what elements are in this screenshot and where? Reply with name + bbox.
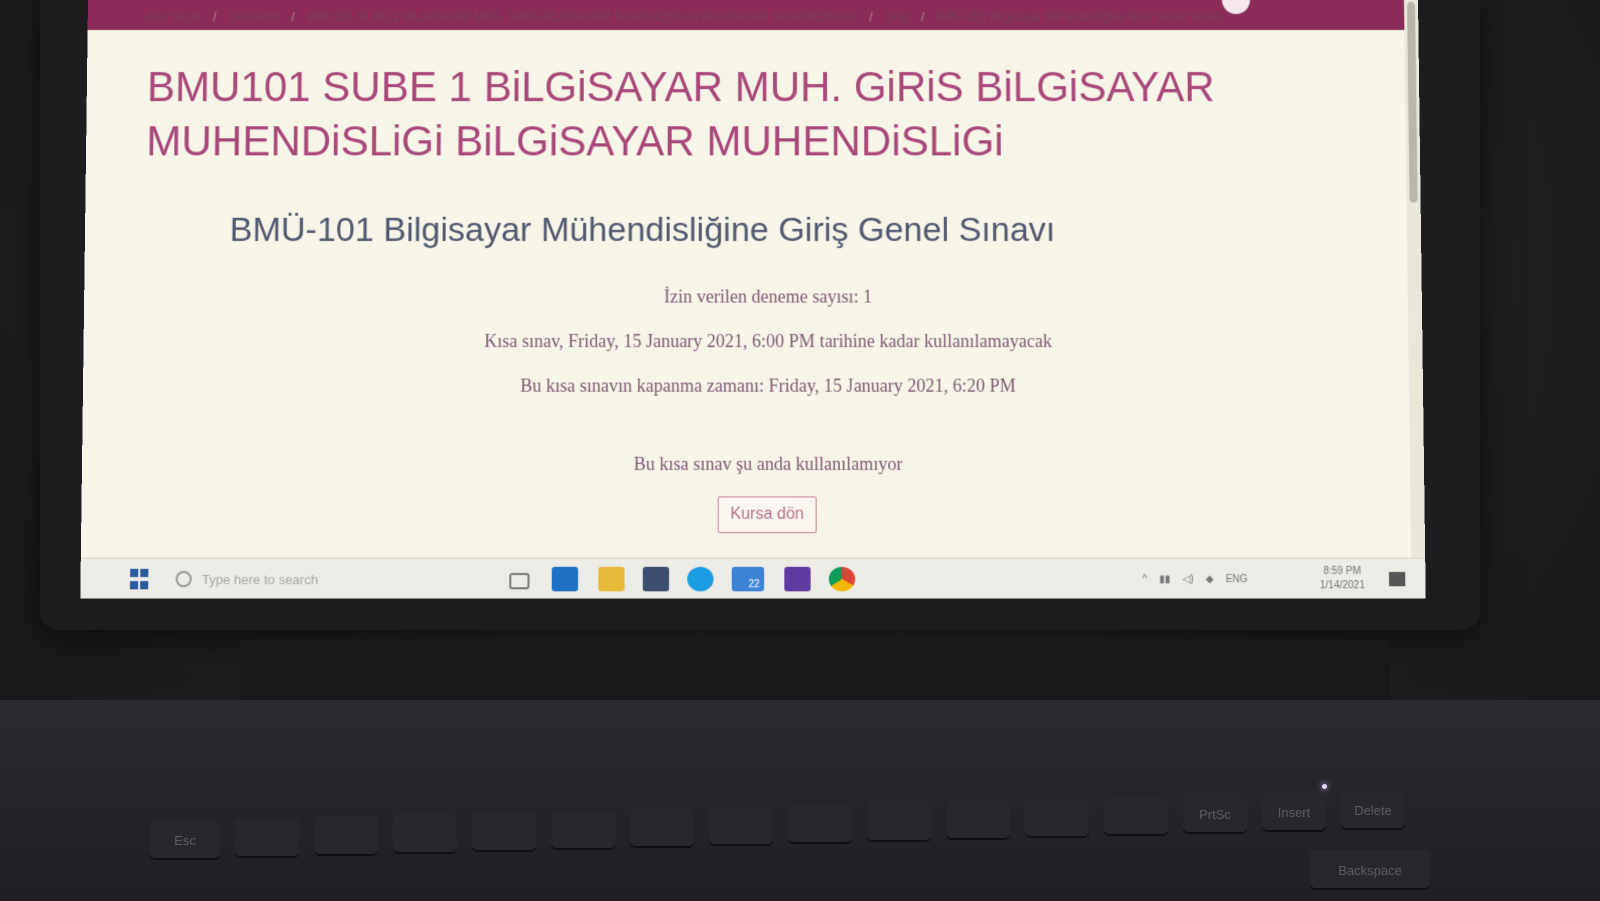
- notification-icon[interactable]: [1388, 571, 1406, 587]
- language-indicator[interactable]: ENG: [1226, 573, 1248, 584]
- attempts-allowed-text: İzin verilen deneme sayısı: 1: [664, 286, 873, 307]
- f5-key: [551, 810, 615, 850]
- edge-icon[interactable]: [687, 566, 714, 592]
- mail-icon[interactable]: 22: [731, 566, 765, 592]
- course-title: BMU101 SUBE 1 BiLGiSAYAR MUH. GiRiS BiLG…: [146, 63, 1215, 165]
- file-explorer-icon[interactable]: [598, 566, 625, 592]
- taskbar-search[interactable]: Type here to search: [175, 567, 479, 592]
- breadcrumb-course[interactable]: BMU101 SUBE 1 BiLGiSAYAR MUH. GiRiS BiLG…: [307, 10, 857, 24]
- breadcrumb-section[interactable]: Giriş: [885, 10, 909, 24]
- breadcrumb-separator: /: [212, 9, 217, 24]
- outlook-icon[interactable]: [551, 566, 579, 592]
- clock-date: 1/14/2021: [1319, 580, 1365, 592]
- chrome-icon[interactable]: [828, 566, 856, 592]
- laptop-hinge: [240, 640, 1390, 700]
- store-icon[interactable]: [642, 566, 670, 592]
- breadcrumb-my-courses[interactable]: Derslerim: [228, 10, 279, 24]
- f12-key: [1104, 796, 1168, 836]
- backspace-key: Backspace: [1310, 850, 1430, 890]
- user-avatar[interactable]: [1221, 0, 1251, 14]
- quiz-closes-text: Bu kısa sınavın kapanma zamanı: Friday, …: [520, 375, 1016, 396]
- breadcrumb-separator: /: [869, 9, 873, 24]
- volume-icon[interactable]: ◁): [1182, 573, 1193, 584]
- start-windows-icon[interactable]: [129, 567, 150, 592]
- breadcrumb: Ana Sayfa / Derslerim / BMU101 SUBE 1 Bi…: [146, 10, 1224, 24]
- f3-key: [393, 814, 457, 854]
- back-to-course-button[interactable]: Kursa dön: [717, 496, 817, 534]
- search-icon: [175, 570, 192, 588]
- f1-key: [235, 818, 299, 858]
- f11-key: [1025, 798, 1089, 838]
- f10-key: [946, 800, 1010, 840]
- windows-taskbar: Type here to search 22 ^ ▮▮ ◁) ◆ ENG 8:5…: [80, 557, 1426, 599]
- system-tray[interactable]: ^ ▮▮ ◁) ◆ ENG: [1142, 567, 1248, 592]
- chevron-up-icon[interactable]: ^: [1142, 573, 1147, 584]
- search-placeholder: Type here to search: [201, 571, 319, 587]
- task-view-icon[interactable]: [509, 572, 530, 590]
- mail-badge: 22: [748, 578, 760, 590]
- breadcrumb-separator: /: [921, 9, 925, 24]
- dropbox-icon[interactable]: ◆: [1206, 573, 1214, 584]
- quiz-opens-text: Kısa sınav, Friday, 15 January 2021, 6:0…: [484, 330, 1053, 352]
- delete-key: Delete: [1341, 790, 1405, 830]
- f4-key: [472, 812, 536, 852]
- network-icon[interactable]: ▮▮: [1159, 573, 1170, 584]
- quiz-title: BMÜ-101 Bilgisayar Mühendisliğine Giriş …: [229, 210, 1056, 250]
- f2-key: [314, 816, 378, 856]
- breadcrumb-quiz[interactable]: BMÜ-101 Bilgisayar Mühendisliğine Giriş …: [936, 10, 1223, 24]
- f9-key: [867, 802, 931, 842]
- power-led: [1322, 784, 1327, 789]
- esc-key: Esc: [150, 820, 220, 860]
- f7-key: [709, 806, 773, 846]
- breadcrumb-home[interactable]: Ana Sayfa: [146, 10, 201, 24]
- taskbar-clock[interactable]: 8:59 PM 1/14/2021: [1320, 565, 1365, 594]
- breadcrumb-separator: /: [291, 9, 295, 24]
- f6-key: [630, 808, 694, 848]
- laptop-keyboard: Esc PrtSc Insert Delete Backspace: [0, 700, 1600, 901]
- f8-key: [788, 804, 852, 844]
- clock-time: 8:59 PM: [1323, 565, 1362, 578]
- insert-key: Insert: [1262, 792, 1326, 832]
- prtsc-key: PrtSc: [1183, 794, 1247, 834]
- browser-screen: Ana Sayfa / Derslerim / BMU101 SUBE 1 Bi…: [80, 0, 1426, 599]
- quiz-unavailable-text: Bu kısa sınav şu anda kullanılamıyor: [633, 453, 903, 475]
- app-icon[interactable]: [784, 566, 811, 592]
- scrollbar-thumb[interactable]: [1407, 1, 1418, 203]
